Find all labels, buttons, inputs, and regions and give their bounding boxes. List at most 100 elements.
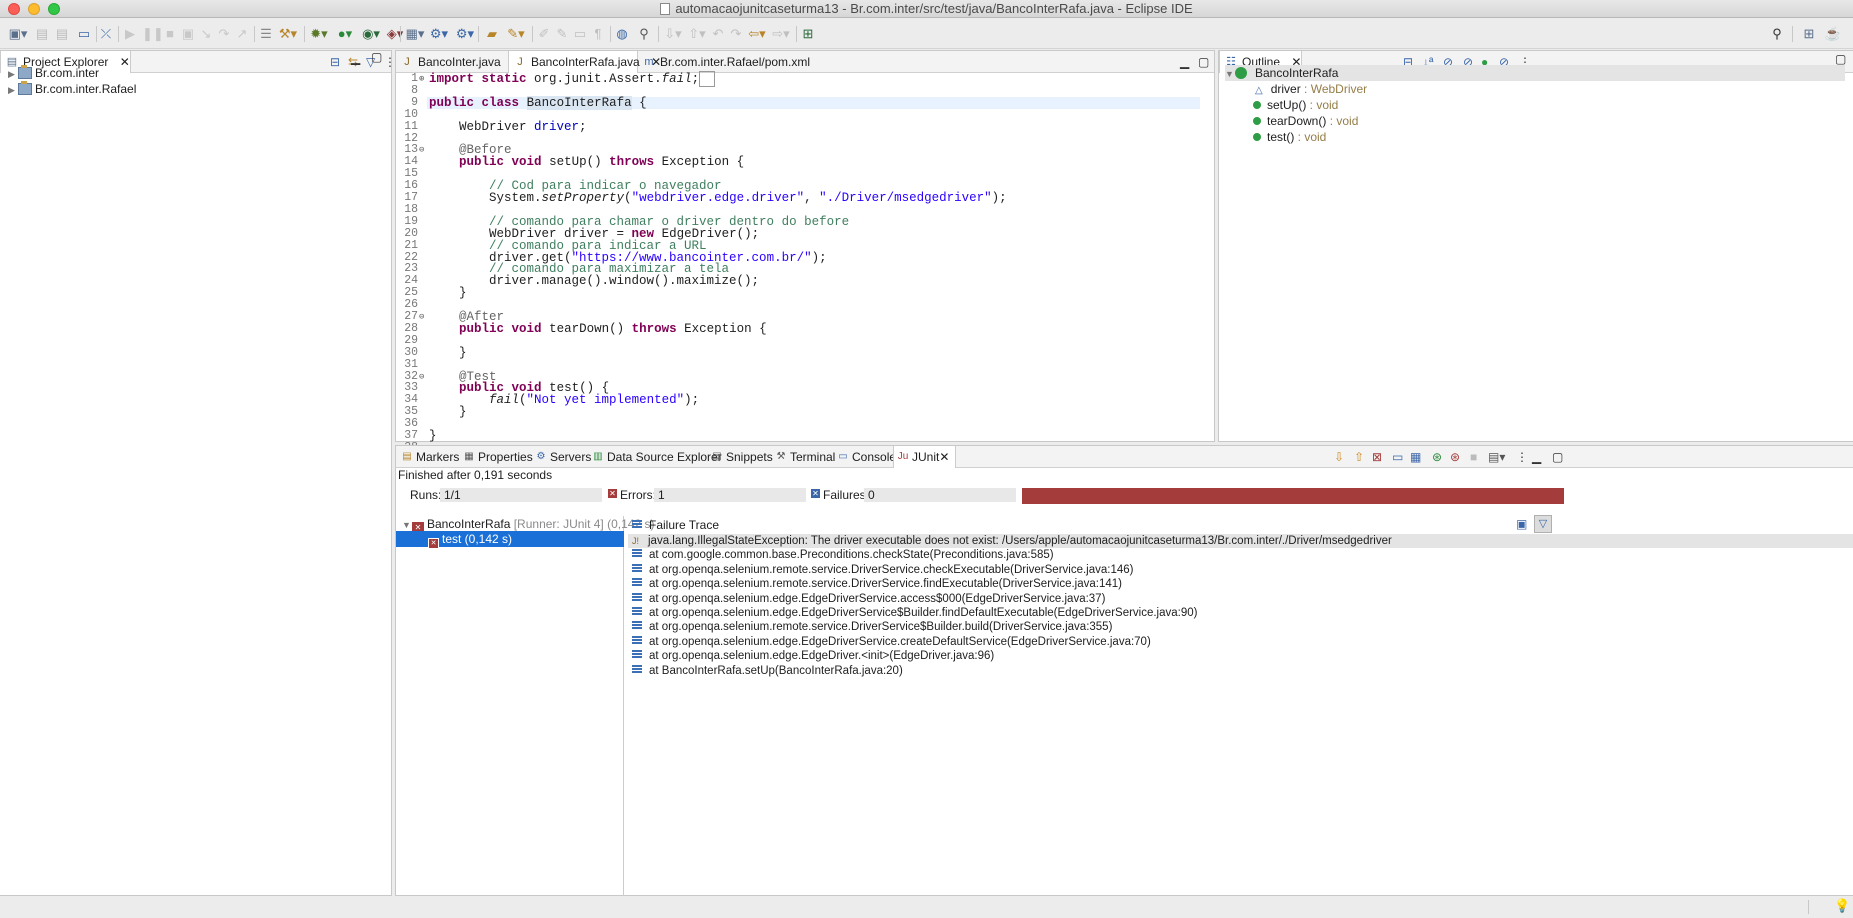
test-suite-item[interactable]: ▼ ✕ BancoInterRafa [Runner: JUnit 4] (0,14… bbox=[402, 516, 654, 534]
forward-icon[interactable]: ⇨▾ bbox=[770, 25, 792, 43]
code-line[interactable]: 14 public void setUp() throws Exception … bbox=[396, 156, 1214, 169]
code-line[interactable]: 10 bbox=[396, 108, 1214, 121]
next-failure-icon[interactable]: ⇩ bbox=[1334, 449, 1344, 465]
code-line[interactable]: 11 WebDriver driver; bbox=[396, 120, 1214, 133]
tab-servers[interactable]: ⚙ Servers bbox=[532, 446, 592, 468]
external-tools-icon[interactable]: ◈▾ bbox=[384, 25, 406, 43]
fold-toggle-icon[interactable]: ⊖ bbox=[419, 311, 424, 323]
next-annotation-icon[interactable]: ⇩▾ bbox=[662, 25, 684, 43]
disconnect-icon[interactable]: ▣ bbox=[180, 25, 196, 43]
code-line[interactable]: 28 public void tearDown() throws Excepti… bbox=[396, 322, 1214, 335]
test-case-item[interactable]: ✕ test (0,142 s) bbox=[396, 531, 624, 549]
trace-frame-line[interactable]: at org.openqa.selenium.remote.service.Dr… bbox=[628, 577, 1122, 591]
debug-icon[interactable]: ✹▾ bbox=[308, 25, 330, 43]
run-icon[interactable]: ●▾ bbox=[334, 25, 356, 43]
rerun-failed-first-icon[interactable]: ⊛ bbox=[1450, 449, 1460, 465]
search-tool-icon[interactable]: ⚲ bbox=[634, 25, 654, 43]
tab-markers[interactable]: ▤ Markers bbox=[398, 446, 459, 468]
outline-member-teardown[interactable]: tearDown() : void bbox=[1253, 113, 1358, 129]
code-line[interactable]: 1 ⊕ import static org.junit.Assert.fail; bbox=[396, 71, 1214, 87]
previous-failure-icon[interactable]: ⇧ bbox=[1354, 449, 1364, 465]
open-type-icon[interactable]: ▰ bbox=[482, 25, 502, 43]
trace-frame-line[interactable]: at BancoInterRafa.setUp(BancoInterRafa.j… bbox=[628, 664, 903, 678]
toggle-highlight-icon[interactable]: ✎ bbox=[554, 25, 570, 43]
resume-icon[interactable]: ▶ bbox=[122, 25, 138, 43]
code-line[interactable]: 31 bbox=[396, 358, 1214, 371]
search-icon[interactable]: ⚲ bbox=[1768, 25, 1786, 43]
outline-class-item[interactable]: ▼ BancoInterRafa bbox=[1225, 65, 1845, 81]
fold-toggle-icon[interactable]: ⊕ bbox=[419, 73, 424, 85]
last-edit-icon[interactable]: ↶ bbox=[710, 25, 726, 43]
outline-member-setup[interactable]: setUp() : void bbox=[1253, 97, 1338, 113]
code-line[interactable]: 25 } bbox=[396, 287, 1214, 300]
step-return-icon[interactable]: ↗ bbox=[234, 25, 250, 43]
previous-annotation-icon[interactable]: ⇧▾ bbox=[686, 25, 708, 43]
step-into-icon[interactable]: ↘ bbox=[198, 25, 214, 43]
code-line[interactable]: 19 // comando para chamar o driver dentr… bbox=[396, 215, 1214, 228]
code-editor[interactable]: 1 ⊕ import static org.junit.Assert.fail; 8… bbox=[396, 71, 1214, 453]
collapse-all-icon[interactable]: ⊟ bbox=[330, 54, 340, 70]
tab-data-source-explorer[interactable]: ▥ Data Source Explorer bbox=[589, 446, 721, 468]
open-perspective-icon[interactable]: ⊞ bbox=[1800, 25, 1818, 43]
collapse-arrow-icon[interactable]: ▼ bbox=[1225, 66, 1235, 82]
terminal-icon[interactable]: ▭ bbox=[76, 25, 92, 43]
trace-frame-line[interactable]: at org.openqa.selenium.edge.EdgeDriverSe… bbox=[628, 606, 1197, 620]
suspend-icon[interactable]: ❚❚ bbox=[142, 25, 164, 43]
trace-frame-line[interactable]: at org.openqa.selenium.edge.EdgeDriver.<… bbox=[628, 649, 994, 663]
code-line[interactable]: 30 } bbox=[396, 346, 1214, 359]
tab-terminal[interactable]: ⚒ Terminal bbox=[772, 446, 836, 468]
run-coverage-icon[interactable]: ◉▾ bbox=[360, 25, 382, 43]
code-line[interactable]: 17 System.setProperty("webdriver.edge.dr… bbox=[396, 192, 1214, 205]
tree-item-project-br-com-inter-rafael[interactable]: ▶ Br.com.inter.Rafael bbox=[8, 81, 136, 97]
layout-icon[interactable]: ▦ bbox=[1410, 449, 1421, 465]
terminate-icon[interactable]: ■ bbox=[162, 25, 178, 43]
view-menu-icon[interactable]: ⋮ bbox=[1516, 449, 1528, 465]
tab-junit[interactable]: Ju JUnit✕ bbox=[893, 446, 957, 468]
show-failures-only-icon[interactable]: ⊠ bbox=[1372, 449, 1382, 465]
new-icon[interactable]: ▣▾ bbox=[8, 25, 28, 43]
trace-exception-line[interactable]: J! java.lang.IllegalStateException: The d… bbox=[628, 534, 1853, 548]
toggle-block-icon[interactable]: ▭ bbox=[572, 25, 588, 43]
tab-bancointerrafa-java[interactable]: J BancoInterRafa.java ✕ bbox=[508, 51, 661, 73]
maximize-view-icon[interactable]: ▢ bbox=[371, 50, 382, 64]
pin-editor-icon[interactable]: ⊞ bbox=[800, 25, 816, 43]
code-line[interactable]: 37} bbox=[396, 430, 1214, 443]
save-icon[interactable]: ▤ bbox=[34, 25, 50, 43]
tab-bancointer-java[interactable]: J BancoInter.java bbox=[396, 51, 508, 73]
new-class-icon[interactable]: ⚙▾ bbox=[454, 25, 476, 43]
filter-stack-trace-icon[interactable]: ▽ bbox=[1534, 515, 1552, 533]
code-line[interactable]: 9 public class BancoInterRafa { bbox=[396, 95, 1214, 110]
scroll-lock-icon[interactable]: ▭ bbox=[1392, 449, 1403, 465]
tips-icon[interactable]: 💡 bbox=[1834, 898, 1850, 914]
trace-frame-line[interactable]: at org.openqa.selenium.remote.service.Dr… bbox=[628, 620, 1112, 634]
rerun-test-icon[interactable]: ⊛ bbox=[1432, 449, 1442, 465]
use-step-filters-icon[interactable]: ☰ bbox=[258, 25, 274, 43]
tree-item-project-br-com-inter[interactable]: ▶ Br.com.inter bbox=[8, 65, 99, 81]
tab-pom-xml[interactable]: m Br.com.inter.Rafael/pom.xml bbox=[638, 51, 810, 73]
trace-frame-line[interactable]: at org.openqa.selenium.edge.EdgeDriverSe… bbox=[628, 592, 1105, 606]
java-perspective-icon[interactable]: ☕ bbox=[1824, 25, 1842, 43]
code-line[interactable]: 29 bbox=[396, 334, 1214, 347]
expand-arrow-icon[interactable]: ▶ bbox=[8, 66, 18, 82]
fold-toggle-icon[interactable]: ⊖ bbox=[419, 371, 424, 383]
step-over-icon[interactable]: ↷ bbox=[216, 25, 232, 43]
close-icon[interactable]: ✕ bbox=[120, 55, 130, 69]
open-task-icon[interactable]: ✎▾ bbox=[504, 25, 528, 43]
compare-result-icon[interactable]: ▣ bbox=[1516, 517, 1527, 531]
outline-member-test[interactable]: test() : void bbox=[1253, 129, 1326, 145]
maximize-icon[interactable]: ▢ bbox=[1198, 54, 1209, 70]
close-icon[interactable]: ✕ bbox=[939, 450, 949, 464]
code-line[interactable]: 24 driver.manage().window().maximize(); bbox=[396, 275, 1214, 288]
code-line[interactable]: 36 bbox=[396, 418, 1214, 430]
skip-breakpoints-icon[interactable]: ⤫ bbox=[98, 25, 114, 43]
toggle-mark-icon[interactable]: ✐ bbox=[536, 25, 552, 43]
trace-frame-line[interactable]: at org.openqa.selenium.remote.service.Dr… bbox=[628, 563, 1134, 577]
back-icon[interactable]: ⇦▾ bbox=[746, 25, 768, 43]
maximize-icon[interactable]: ▢ bbox=[1552, 449, 1563, 465]
expand-arrow-icon[interactable]: ▶ bbox=[8, 82, 18, 98]
tab-properties[interactable]: ▦ Properties bbox=[460, 446, 532, 468]
tab-console[interactable]: ▭ Console bbox=[834, 446, 896, 468]
outline-member-driver[interactable]: △ driver : WebDriver bbox=[1255, 81, 1367, 97]
fold-toggle-icon[interactable]: ⊖ bbox=[419, 144, 424, 156]
minimize-icon[interactable]: ▁ bbox=[1180, 54, 1189, 70]
